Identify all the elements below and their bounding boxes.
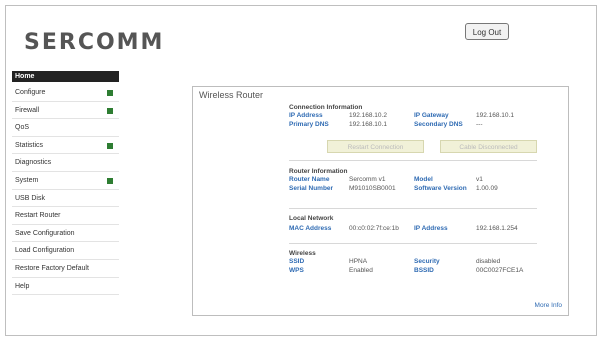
sidebar-item-label: Configure xyxy=(15,89,46,96)
wireless-section: Wireless SSID HPNA Security disabled WPS… xyxy=(289,250,539,275)
sidebar-item-label: Load Configuration xyxy=(15,247,75,255)
ssid-value: HPNA xyxy=(349,258,368,265)
sidebar-item-configure[interactable]: Configure xyxy=(12,84,119,102)
expand-icon[interactable] xyxy=(107,90,113,96)
sercomm-logo: SERCOMM xyxy=(24,30,165,55)
ssid-label[interactable]: SSID xyxy=(289,257,304,266)
lan-ip-address-label[interactable]: IP Address xyxy=(414,224,448,233)
sidebar-item-system[interactable]: System xyxy=(12,172,119,190)
restart-connection-button[interactable]: Restart Connection xyxy=(327,140,424,153)
sidebar-item-restart-router[interactable]: Restart Router xyxy=(12,207,119,225)
sidebar-item-firewall[interactable]: Firewall xyxy=(12,102,119,120)
sidebar-item-label: Diagnostics xyxy=(15,159,52,167)
sidebar-nav: Home Configure Firewall QoS Statistics D… xyxy=(12,71,119,296)
ip-address-value: 192.168.10.2 xyxy=(349,112,387,119)
sidebar-item-label: USB Disk xyxy=(15,194,45,202)
logout-button[interactable]: Log Out xyxy=(465,23,509,40)
software-version-value: 1.00.09 xyxy=(476,185,498,192)
expand-icon[interactable] xyxy=(107,177,113,184)
ip-gateway-value: 192.168.10.1 xyxy=(476,112,514,119)
sidebar-item-label: Help xyxy=(15,282,30,290)
security-value: disabled xyxy=(476,258,501,265)
serial-number-value: M91010SB0001 xyxy=(349,185,396,192)
section-title: Local Network xyxy=(289,215,334,222)
cable-disconnected-button[interactable]: Cable Disconnected xyxy=(440,140,537,153)
secondary-dns-label[interactable]: Secondary DNS xyxy=(414,120,463,129)
serial-number-label[interactable]: Serial Number xyxy=(289,184,333,193)
sidebar-item-label: QoS xyxy=(15,124,30,132)
sidebar-item-label: Home xyxy=(15,73,35,80)
section-title: Router Information xyxy=(289,168,348,175)
expand-icon[interactable] xyxy=(107,142,113,149)
router-name-value: Sercomm v1 xyxy=(349,176,386,183)
expand-icon[interactable] xyxy=(107,107,113,114)
primary-dns-value: 192.168.10.1 xyxy=(349,121,387,128)
divider xyxy=(289,160,537,161)
bssid-label[interactable]: BSSID xyxy=(414,266,434,275)
sidebar-item-label: Restart Router xyxy=(15,212,61,220)
section-title: Connection Information xyxy=(289,104,363,111)
wireless-router-panel: Wireless Router Connection Information I… xyxy=(192,86,569,316)
sidebar-item-help[interactable]: Help xyxy=(12,278,119,296)
sidebar-item-label: Firewall xyxy=(15,106,40,114)
sidebar-item-qos[interactable]: QoS xyxy=(12,119,119,137)
section-title: Wireless xyxy=(289,250,316,257)
router-information-section: Router Information Router Name Sercomm v… xyxy=(289,168,539,193)
sidebar-item-load-configuration[interactable]: Load Configuration xyxy=(12,242,119,260)
wps-label[interactable]: WPS xyxy=(289,266,304,275)
ip-address-label[interactable]: IP Address xyxy=(289,111,323,120)
sidebar-item-label: System xyxy=(15,176,39,184)
mac-address-label[interactable]: MAC Address xyxy=(289,224,331,233)
model-label[interactable]: Model xyxy=(414,175,433,184)
divider xyxy=(289,208,537,209)
page-frame: SERCOMM Log Out Home Configure Firewall … xyxy=(5,5,597,336)
panel-title: Wireless Router xyxy=(199,90,264,100)
router-name-label[interactable]: Router Name xyxy=(289,175,329,184)
bssid-value: 00C0027FCE1A xyxy=(476,267,524,274)
more-info-link[interactable]: More Info xyxy=(535,302,562,309)
model-value: v1 xyxy=(476,176,483,183)
sidebar-item-restore-factory-default[interactable]: Restore Factory Default xyxy=(12,260,119,278)
sidebar-item-usb-disk[interactable]: USB Disk xyxy=(12,190,119,208)
sidebar-item-diagnostics[interactable]: Diagnostics xyxy=(12,154,119,172)
mac-address-value: 00:c0:02:7f:ce:1b xyxy=(349,225,399,232)
sidebar-item-label: Save Configuration xyxy=(15,229,75,237)
ip-gateway-label[interactable]: IP Gateway xyxy=(414,111,449,120)
sidebar-item-statistics[interactable]: Statistics xyxy=(12,137,119,155)
divider xyxy=(289,243,537,244)
software-version-label[interactable]: Software Version xyxy=(414,184,467,193)
sidebar-item-label: Statistics xyxy=(15,141,44,149)
security-label[interactable]: Security xyxy=(414,257,440,266)
local-network-section: Local Network MAC Address 00:c0:02:7f:ce… xyxy=(289,215,539,233)
connection-information-section: Connection Information IP Address 192.16… xyxy=(289,104,539,129)
sidebar-item-label: Restore Factory Default xyxy=(15,264,89,272)
sidebar-item-save-configuration[interactable]: Save Configuration xyxy=(12,225,119,243)
lan-ip-address-value: 192.168.1.254 xyxy=(476,225,518,232)
primary-dns-label[interactable]: Primary DNS xyxy=(289,120,329,129)
wps-value: Enabled xyxy=(349,267,373,274)
secondary-dns-value: --- xyxy=(476,121,483,128)
sidebar-item-home[interactable]: Home xyxy=(12,71,119,82)
